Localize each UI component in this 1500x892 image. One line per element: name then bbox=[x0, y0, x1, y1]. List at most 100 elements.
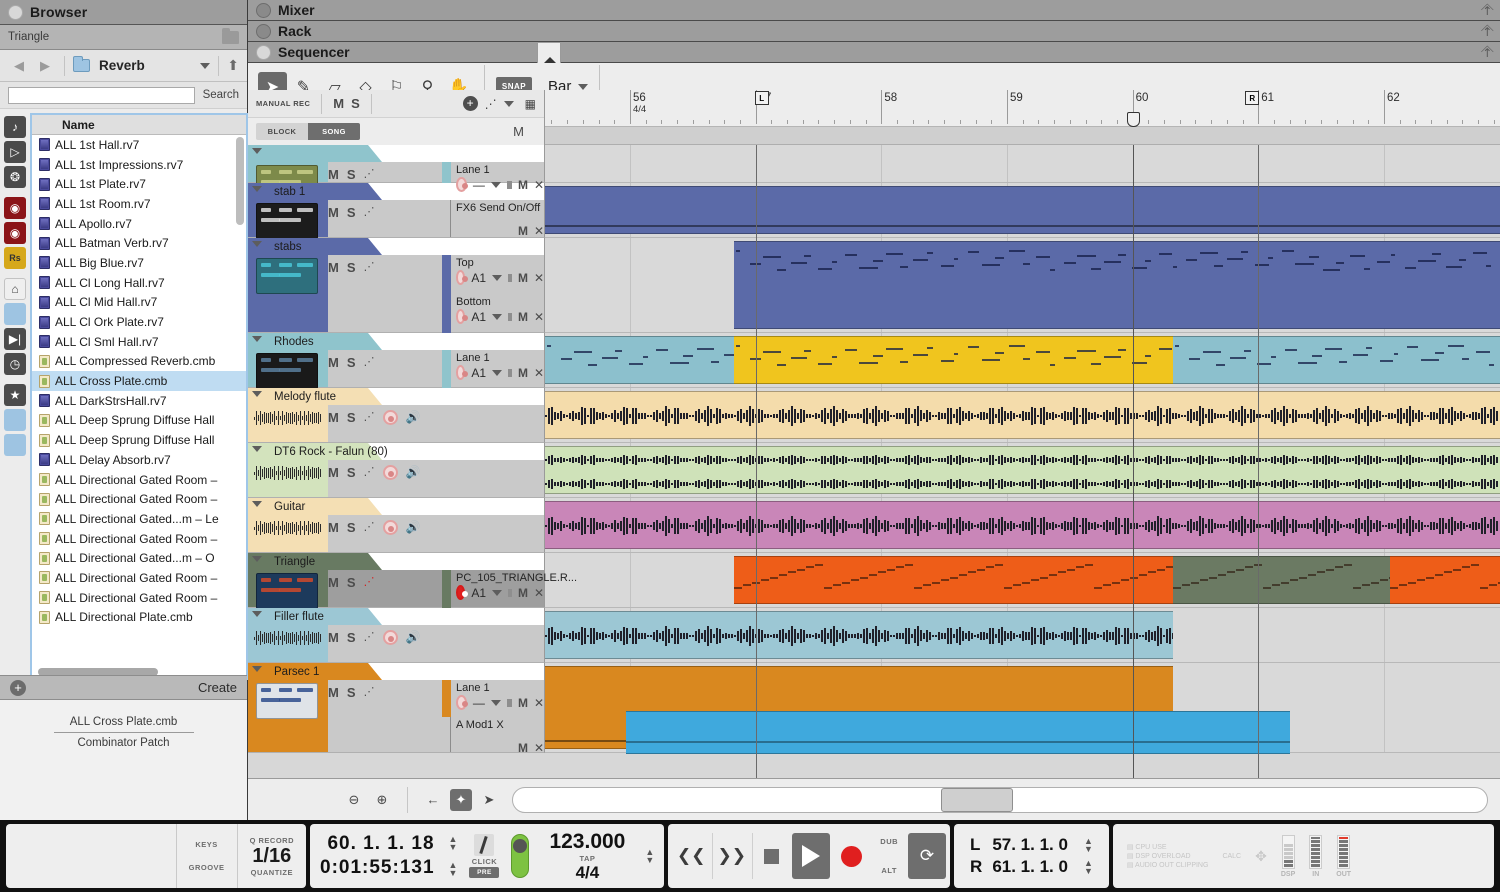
lane-monitor-button[interactable] bbox=[508, 589, 512, 597]
clip[interactable] bbox=[1173, 336, 1500, 384]
pre-button[interactable]: PRE bbox=[469, 867, 499, 878]
track-name-label[interactable]: Guitar bbox=[248, 498, 478, 515]
track-disclosure-triangle[interactable] bbox=[252, 336, 262, 342]
search-input[interactable] bbox=[8, 87, 195, 104]
click-level-fader[interactable] bbox=[511, 834, 529, 878]
track-name-label[interactable]: Triangle bbox=[248, 553, 478, 570]
click-control[interactable]: CLICK PRE bbox=[463, 834, 505, 878]
list-item[interactable]: ALL Directional Gated Room – bbox=[32, 568, 246, 588]
lane-delete-button[interactable]: ✕ bbox=[534, 696, 544, 710]
master-mute-button[interactable]: M bbox=[513, 124, 524, 139]
track-monitor-icon[interactable]: 🔊 bbox=[406, 465, 421, 479]
list-item[interactable]: ALL DarkStrsHall.rv7 bbox=[32, 391, 246, 411]
track-header[interactable]: TriangleMS⋰PC_105_TRIANGLE.R...A1M✕ bbox=[248, 553, 545, 608]
rack-toggle-button[interactable] bbox=[256, 24, 271, 39]
mixer-toggle-button[interactable] bbox=[256, 3, 271, 18]
clip[interactable] bbox=[734, 336, 1173, 384]
track-solo-button[interactable]: S bbox=[347, 410, 356, 425]
tempo-stepper[interactable]: ▲▼ bbox=[645, 848, 654, 864]
playhead-handle[interactable] bbox=[1127, 112, 1140, 127]
nav-forward-button[interactable]: ▶ bbox=[34, 55, 56, 77]
play-button[interactable] bbox=[792, 833, 830, 879]
list-item[interactable]: ALL Cl Sml Hall.rv7 bbox=[32, 332, 246, 352]
stop-button[interactable] bbox=[752, 833, 790, 879]
position-display[interactable]: 60. 1. 1. 18 0:01:55:131 bbox=[320, 833, 435, 879]
track-name-label[interactable]: Filler flute bbox=[248, 608, 478, 625]
lane-monitor-button[interactable] bbox=[508, 369, 512, 377]
track-header[interactable]: DT6 Rock - Falun (80)MS⋰🔊 bbox=[248, 443, 545, 498]
home-icon[interactable]: ⌂ bbox=[4, 278, 26, 300]
track-automation-icon[interactable]: ⋰ bbox=[364, 410, 375, 423]
lane-mute-button[interactable]: M bbox=[518, 696, 528, 710]
clip[interactable] bbox=[545, 391, 1500, 439]
position-time-stepper[interactable]: ▲▼ bbox=[449, 861, 458, 877]
create-button[interactable]: Create bbox=[198, 680, 237, 695]
lane-midi-channel[interactable]: A1 bbox=[471, 586, 486, 600]
track-monitor-icon[interactable]: 🔊 bbox=[406, 520, 421, 534]
browser-file-list[interactable]: Name ALL 1st Hall.rv7ALL 1st Impressions… bbox=[30, 113, 248, 680]
track-mute-button[interactable]: M bbox=[328, 260, 339, 275]
reason-sounds-icon[interactable]: ♪ bbox=[4, 116, 26, 138]
track-record-enable[interactable] bbox=[383, 520, 398, 535]
list-item[interactable]: ALL Cross Plate.cmb bbox=[32, 371, 246, 391]
track-record-enable[interactable] bbox=[383, 410, 398, 425]
list-item[interactable]: ALL 1st Room.rv7 bbox=[32, 194, 246, 214]
track-header[interactable]: Filler fluteMS⋰🔊 bbox=[248, 608, 545, 663]
track-header[interactable]: Melody fluteMS⋰🔊 bbox=[248, 388, 545, 443]
folder-two-icon[interactable] bbox=[4, 434, 26, 456]
list-item[interactable]: ALL Directional Plate.cmb bbox=[32, 608, 246, 628]
add-track-button[interactable]: + bbox=[463, 96, 478, 111]
track-record-enable[interactable] bbox=[383, 465, 398, 480]
lane-delete-button[interactable]: ✕ bbox=[534, 310, 544, 324]
keys-groove-cell[interactable]: KEYS GROOVE bbox=[176, 824, 237, 888]
track-name-label[interactable] bbox=[248, 145, 478, 162]
track-lane[interactable]: TopA1M✕ bbox=[451, 255, 544, 294]
track-header[interactable]: stabsMS⋰TopA1M✕BottomA1M✕ bbox=[248, 238, 545, 333]
track-disclosure-triangle[interactable] bbox=[252, 148, 262, 154]
track-mute-button[interactable]: M bbox=[328, 167, 339, 182]
timeline-ruler[interactable]: 56575859606162634/4LR bbox=[545, 90, 1500, 145]
list-item[interactable]: ALL Directional Gated...m – Le bbox=[32, 509, 246, 529]
device-thumbnail[interactable] bbox=[256, 683, 318, 719]
track-clip-area[interactable] bbox=[545, 145, 1500, 183]
track-lane[interactable]: PC_105_TRIANGLE.R...A1M✕ bbox=[451, 570, 544, 608]
track-clip-area[interactable] bbox=[545, 608, 1500, 663]
list-item[interactable]: ALL Big Blue.rv7 bbox=[32, 253, 246, 273]
lane-delete-button[interactable]: ✕ bbox=[534, 224, 544, 238]
track-clip-area[interactable] bbox=[545, 663, 1500, 753]
list-item[interactable]: ALL Directional Gated Room – bbox=[32, 470, 246, 490]
track-solo-button[interactable]: S bbox=[347, 630, 356, 645]
recording-b-icon[interactable]: ◉ bbox=[4, 222, 26, 244]
ruler-lower-lane[interactable] bbox=[545, 126, 1500, 144]
track-automation-icon[interactable]: ⋰ bbox=[364, 575, 375, 588]
track-lane[interactable]: BottomA1M✕ bbox=[451, 294, 544, 333]
parent-folder-icon[interactable]: ⬆ bbox=[227, 57, 239, 74]
track-automation-icon[interactable]: ⋰ bbox=[364, 465, 375, 478]
left-locator-value[interactable]: 57. 1. 1. 0 bbox=[992, 835, 1068, 855]
recording-a-icon[interactable]: ◉ bbox=[4, 197, 26, 219]
track-header[interactable]: RhodesMS⋰Lane 1A1M✕ bbox=[248, 333, 545, 388]
chevron-down-icon[interactable] bbox=[200, 63, 210, 69]
track-lane[interactable]: Lane 1A1M✕ bbox=[451, 350, 544, 388]
device-thumbnail[interactable] bbox=[256, 573, 318, 609]
calc-gear-icon[interactable]: ✥ bbox=[1255, 848, 1267, 865]
zoom-in-icon[interactable]: ⊕ bbox=[371, 789, 393, 811]
nav-center-icon[interactable]: ✦ bbox=[450, 789, 472, 811]
automation-icon[interactable]: ⋰ bbox=[485, 97, 497, 111]
fast-forward-button[interactable]: ❯❯ bbox=[712, 833, 750, 879]
solo-all-button[interactable]: S bbox=[351, 96, 360, 111]
track-mute-button[interactable]: M bbox=[328, 355, 339, 370]
pin-icon[interactable]: ⇱ bbox=[1478, 43, 1495, 60]
track-disclosure-triangle[interactable] bbox=[252, 446, 262, 452]
favorites-star-icon[interactable]: ★ bbox=[4, 384, 26, 406]
clip[interactable] bbox=[545, 336, 734, 384]
list-item[interactable]: ALL 1st Hall.rv7 bbox=[32, 135, 246, 155]
track-mute-button[interactable]: M bbox=[328, 465, 339, 480]
list-item[interactable]: ALL Compressed Reverb.cmb bbox=[32, 352, 246, 372]
playlist-icon[interactable]: ▷ bbox=[4, 141, 26, 163]
track-header[interactable]: Parsec 1MS⋰Lane 1—M✕A Mod1 XM✕ bbox=[248, 663, 545, 753]
clip[interactable] bbox=[545, 611, 1173, 659]
track-name-label[interactable]: Rhodes bbox=[248, 333, 478, 350]
rex-loops-icon[interactable]: ❂ bbox=[4, 166, 26, 188]
sequencer-toggle-button[interactable] bbox=[256, 45, 271, 60]
